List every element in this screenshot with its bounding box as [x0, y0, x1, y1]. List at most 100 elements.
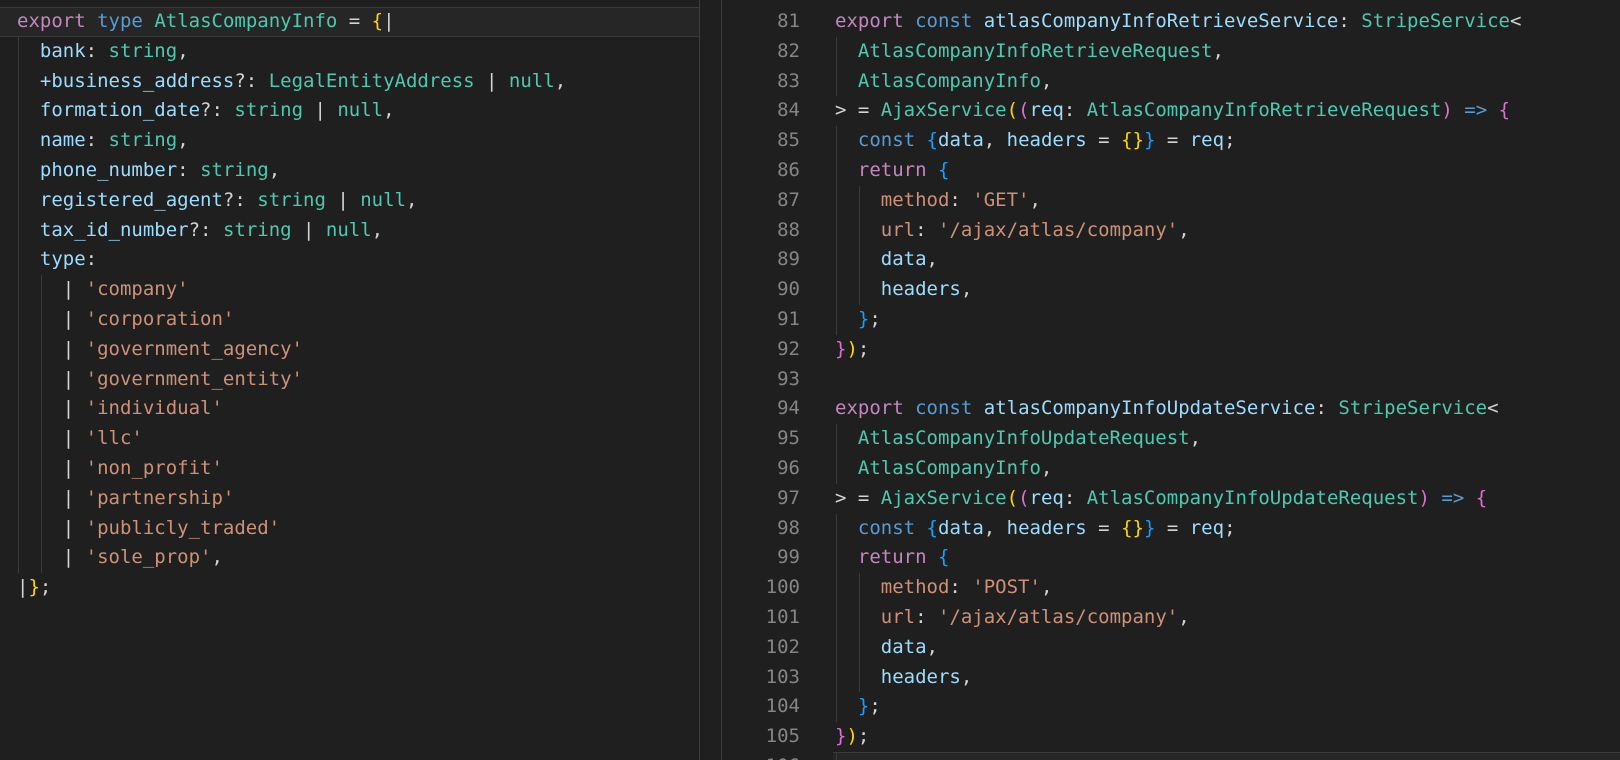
- code-line[interactable]: 92});: [722, 335, 1620, 365]
- code-line[interactable]: 100 method: 'POST',: [722, 573, 1620, 603]
- code-line[interactable]: phone_number: string,: [0, 156, 699, 186]
- token: =>: [1464, 99, 1488, 122]
- code-line[interactable]: 86 return {: [722, 156, 1620, 186]
- left-editor-pane[interactable]: export type AtlasCompanyInfo = {| bank: …: [0, 0, 700, 760]
- line-number[interactable]: 96: [722, 454, 800, 484]
- code-line[interactable]: | 'company': [0, 275, 699, 305]
- token: ,: [371, 218, 384, 241]
- line-number[interactable]: 98: [722, 514, 800, 544]
- code-line[interactable]: 95 AtlasCompanyInfoUpdateRequest,: [722, 424, 1620, 454]
- code-line[interactable]: | 'publicly_traded': [0, 514, 699, 544]
- code-line[interactable]: +business_address?: LegalEntityAddress |…: [0, 67, 699, 97]
- code-line[interactable]: 104 };: [722, 692, 1620, 722]
- code-line[interactable]: 94 export const atlasCompanyInfoUpdateSer…: [722, 394, 1620, 424]
- code-line[interactable]: 91 };: [722, 305, 1620, 335]
- code-text: AtlasCompanyInfo,: [835, 454, 1052, 484]
- code-line[interactable]: 82 AtlasCompanyInfoRetrieveRequest,: [722, 37, 1620, 67]
- code-line[interactable]: 103 headers,: [722, 663, 1620, 693]
- line-number[interactable]: 86: [722, 156, 800, 186]
- code-line[interactable]: | 'partnership': [0, 484, 699, 514]
- line-number[interactable]: 95: [722, 424, 800, 454]
- code-line[interactable]: 98 const {data, headers = {}} = req;: [722, 514, 1620, 544]
- token: ): [846, 337, 858, 360]
- code-line[interactable]: 88 url: '/ajax/atlas/company',: [722, 216, 1620, 246]
- code-line[interactable]: | 'government_agency': [0, 335, 699, 365]
- token: ,: [405, 188, 418, 211]
- code-line[interactable]: bank: string,: [0, 37, 699, 67]
- code-line[interactable]: | 'sole_prop',: [0, 543, 699, 573]
- code-text: phone_number: string,: [17, 156, 280, 186]
- code-line[interactable]: registered_agent?: string | null,: [0, 186, 699, 216]
- code-line[interactable]: 96 AtlasCompanyInfo,: [722, 454, 1620, 484]
- line-number[interactable]: 89: [722, 245, 800, 275]
- line-number[interactable]: 87: [722, 186, 800, 216]
- token: StripeService: [1361, 10, 1510, 32]
- line-number[interactable]: 105: [722, 722, 800, 752]
- token: =: [1155, 129, 1190, 152]
- code-line[interactable]: 81 export const atlasCompanyInfoRetrieveS…: [722, 7, 1620, 37]
- line-number[interactable]: 92: [722, 335, 800, 365]
- code-line[interactable]: type:: [0, 245, 699, 275]
- line-number[interactable]: 102: [722, 633, 800, 663]
- code-line[interactable]: | 'non_profit': [0, 454, 699, 484]
- token: {: [1475, 486, 1488, 509]
- token: ,: [1040, 457, 1053, 479]
- token: const: [857, 129, 916, 152]
- line-number[interactable]: 106: [722, 752, 800, 760]
- line-number[interactable]: 82: [722, 37, 800, 67]
- line-number[interactable]: 94: [722, 394, 800, 424]
- code-line[interactable]: 87 method: 'GET',: [722, 186, 1620, 216]
- code-line[interactable]: 105});: [722, 722, 1620, 752]
- line-number[interactable]: 93: [722, 365, 800, 395]
- code-line[interactable]: 84 > = AjaxService((req: AtlasCompanyInfo…: [722, 96, 1620, 126]
- right-editor-pane[interactable]: 81 export const atlasCompanyInfoRetrieveS…: [722, 0, 1620, 760]
- code-line[interactable]: 102 data,: [722, 633, 1620, 663]
- token: ,: [211, 546, 223, 569]
- code-line[interactable]: 106: [722, 752, 1620, 760]
- code-line[interactable]: | 'government_entity': [0, 365, 699, 395]
- line-number[interactable]: 91: [722, 305, 800, 335]
- code-line[interactable]: formation_date?: string | null,: [0, 96, 699, 126]
- code-line[interactable]: 85 const {data, headers = {}} = req;: [722, 126, 1620, 156]
- token: string: [200, 159, 269, 181]
- code-line[interactable]: | 'individual': [0, 394, 699, 424]
- code-line[interactable]: 101 url: '/ajax/atlas/company',: [722, 603, 1620, 633]
- code-line[interactable]: 97 > = AjaxService((req: AtlasCompanyInfo…: [722, 484, 1620, 514]
- code-line[interactable]: tax_id_number?: string | null,: [0, 216, 699, 246]
- token: ): [1441, 99, 1453, 122]
- code-line[interactable]: | 'llc': [0, 424, 699, 454]
- token: 'company': [85, 278, 189, 301]
- line-number[interactable]: 101: [722, 603, 800, 633]
- code-line[interactable]: | 'corporation': [0, 305, 699, 335]
- line-number[interactable]: 97: [722, 484, 800, 514]
- line-number[interactable]: 103: [722, 663, 800, 693]
- token: :: [1315, 397, 1339, 420]
- line-number[interactable]: 83: [722, 67, 800, 97]
- code-line[interactable]: name: string,: [0, 126, 699, 156]
- pane-divider[interactable]: [700, 0, 722, 760]
- code-line[interactable]: 83 AtlasCompanyInfo,: [722, 67, 1620, 97]
- token: |: [17, 278, 86, 301]
- token: '/ajax/atlas/company': [937, 218, 1179, 241]
- code-line[interactable]: 89 data,: [722, 245, 1620, 275]
- line-number[interactable]: 90: [722, 275, 800, 305]
- line-number[interactable]: 100: [722, 573, 800, 603]
- code-text: AtlasCompanyInfoUpdateRequest,: [835, 424, 1201, 454]
- line-number[interactable]: 99: [722, 543, 800, 573]
- code-line[interactable]: 93: [722, 365, 1620, 395]
- line-number[interactable]: 81: [722, 7, 800, 37]
- code-text: > = AjaxService((req: AtlasCompanyInfoRe…: [835, 96, 1510, 126]
- code-line[interactable]: export type AtlasCompanyInfo = {|: [0, 7, 699, 37]
- token: 'government_entity': [85, 367, 303, 390]
- line-number[interactable]: 84: [722, 96, 800, 126]
- line-number[interactable]: 88: [722, 216, 800, 246]
- code-line[interactable]: |};: [0, 573, 699, 603]
- code-text: tax_id_number?: string | null,: [17, 216, 383, 246]
- line-number[interactable]: 104: [722, 692, 800, 722]
- token: :: [915, 218, 938, 241]
- code-line[interactable]: 99 return {: [722, 543, 1620, 573]
- line-number[interactable]: 85: [722, 126, 800, 156]
- code-line[interactable]: 90 headers,: [722, 275, 1620, 305]
